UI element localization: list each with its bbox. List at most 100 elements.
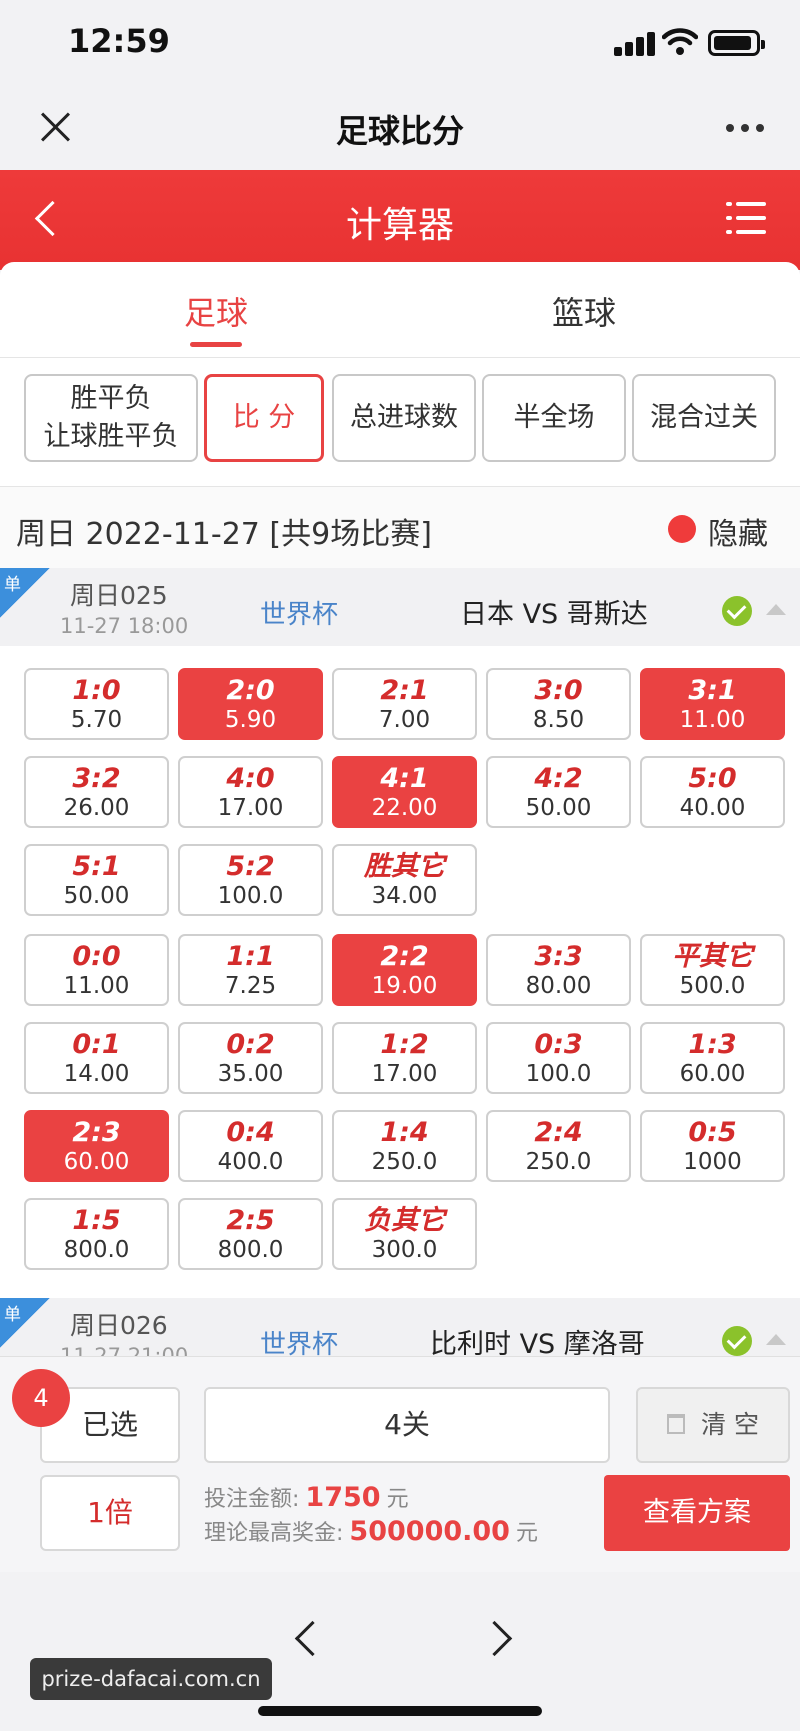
back-arrow-icon[interactable] bbox=[290, 1618, 320, 1658]
score-option[interactable]: 平其它 500.0 bbox=[640, 934, 785, 1006]
single-badge: 单 bbox=[0, 568, 50, 618]
hide-toggle-label[interactable]: 隐藏 bbox=[708, 509, 768, 553]
score-option[interactable]: 4:0 17.00 bbox=[178, 756, 323, 828]
score-option[interactable]: 2:2 19.00 bbox=[332, 934, 477, 1006]
odds-value: 5.90 bbox=[224, 707, 277, 733]
score-label: 3:1 bbox=[688, 675, 737, 706]
active-tab-indicator bbox=[190, 342, 242, 347]
score-option[interactable]: 2:3 60.00 bbox=[24, 1110, 169, 1182]
collapse-arrow-icon[interactable] bbox=[766, 1334, 786, 1345]
odds-value: 14.00 bbox=[63, 1061, 130, 1087]
wifi-icon bbox=[662, 28, 698, 55]
clear-button[interactable]: 清 空 bbox=[636, 1387, 790, 1463]
score-option[interactable]: 2:0 5.90 bbox=[178, 668, 323, 740]
score-option[interactable]: 3:0 8.50 bbox=[486, 668, 631, 740]
score-option[interactable]: 1:3 60.00 bbox=[640, 1022, 785, 1094]
max-prize-label: 理论最高奖金: bbox=[204, 1521, 344, 1546]
score-label: 0:3 bbox=[534, 1029, 583, 1060]
league-name: 世界杯 bbox=[260, 1330, 339, 1356]
collapse-arrow-icon[interactable] bbox=[766, 604, 786, 615]
more-icon[interactable] bbox=[726, 124, 766, 134]
score-label: 4:1 bbox=[380, 763, 429, 794]
score-option[interactable]: 4:1 22.00 bbox=[332, 756, 477, 828]
score-option[interactable]: 0:2 35.00 bbox=[178, 1022, 323, 1094]
bettype-label: 比 分 bbox=[232, 402, 296, 434]
score-option[interactable]: 5:0 40.00 bbox=[640, 756, 785, 828]
selected-count-badge: 4 bbox=[12, 1369, 70, 1427]
bettype-win-draw-loss[interactable]: 胜平负 让球胜平负 bbox=[24, 374, 198, 462]
match-header[interactable]: 单 周日026 11-27 21:00 世界杯 比利时 VS 摩洛哥 bbox=[0, 1298, 800, 1356]
score-option[interactable]: 4:2 50.00 bbox=[486, 756, 631, 828]
score-option[interactable]: 0:0 11.00 bbox=[24, 934, 169, 1006]
odds-value: 7.25 bbox=[224, 973, 277, 999]
match-header[interactable]: 单 周日025 11-27 18:00 世界杯 日本 VS 哥斯达 bbox=[0, 568, 800, 646]
score-label: 0:4 bbox=[226, 1117, 275, 1148]
view-plan-button[interactable]: 查看方案 bbox=[604, 1475, 790, 1551]
score-label: 2:4 bbox=[534, 1117, 583, 1148]
sport-tabs: 足球 篮球 bbox=[0, 262, 800, 358]
score-option[interactable]: 1:1 7.25 bbox=[178, 934, 323, 1006]
score-label: 1:4 bbox=[380, 1117, 429, 1148]
score-option[interactable]: 0:3 100.0 bbox=[486, 1022, 631, 1094]
odds-value: 35.00 bbox=[217, 1061, 284, 1087]
date-line: 周日 2022-11-27 [共9场比赛] 隐藏 bbox=[0, 486, 800, 568]
odds-value: 11.00 bbox=[679, 707, 746, 733]
bettype-half-full[interactable]: 半全场 bbox=[482, 374, 626, 462]
odds-value: 250.0 bbox=[525, 1149, 592, 1175]
odds-value: 26.00 bbox=[63, 795, 130, 821]
score-option[interactable]: 2:1 7.00 bbox=[332, 668, 477, 740]
odds-value: 80.00 bbox=[525, 973, 592, 999]
home-indicator[interactable] bbox=[258, 1706, 542, 1716]
browser-title: 足球比分 bbox=[335, 112, 464, 150]
score-option[interactable]: 3:2 26.00 bbox=[24, 756, 169, 828]
match-code: 周日026 bbox=[70, 1311, 168, 1340]
bet-amount-label: 投注金额: bbox=[204, 1487, 300, 1512]
pass-type-selector[interactable]: 4关 bbox=[204, 1387, 610, 1463]
bet-amount-unit: 元 bbox=[386, 1487, 409, 1512]
menu-icon[interactable] bbox=[726, 200, 766, 236]
multiplier-input[interactable]: 1倍 bbox=[40, 1475, 180, 1551]
bettype-label: 胜平负 bbox=[70, 383, 152, 415]
score-option[interactable]: 1:0 5.70 bbox=[24, 668, 169, 740]
odds-value: 7.00 bbox=[378, 707, 431, 733]
odds-value: 100.0 bbox=[217, 883, 284, 909]
score-label: 3:3 bbox=[534, 941, 583, 972]
score-option[interactable]: 0:1 14.00 bbox=[24, 1022, 169, 1094]
odds-value: 500.0 bbox=[679, 973, 746, 999]
score-label: 5:2 bbox=[226, 851, 275, 882]
score-option[interactable]: 负其它 300.0 bbox=[332, 1198, 477, 1270]
bettype-score[interactable]: 比 分 bbox=[204, 374, 324, 462]
score-option[interactable]: 3:3 80.00 bbox=[486, 934, 631, 1006]
score-option[interactable]: 3:1 11.00 bbox=[640, 668, 785, 740]
score-option[interactable]: 5:1 50.00 bbox=[24, 844, 169, 916]
score-label: 3:0 bbox=[534, 675, 583, 706]
max-prize: 理论最高奖金: 500000.00 元 bbox=[204, 1515, 538, 1547]
score-option[interactable]: 5:2 100.0 bbox=[178, 844, 323, 916]
score-option[interactable]: 0:4 400.0 bbox=[178, 1110, 323, 1182]
score-option[interactable]: 1:5 800.0 bbox=[24, 1198, 169, 1270]
score-label: 2:2 bbox=[380, 941, 429, 972]
bettype-mixed[interactable]: 混合过关 bbox=[632, 374, 776, 462]
forward-arrow-icon[interactable] bbox=[482, 1618, 512, 1658]
score-label: 1:1 bbox=[226, 941, 275, 972]
tab-football[interactable]: 足球 bbox=[184, 288, 248, 347]
score-option[interactable]: 2:5 800.0 bbox=[178, 1198, 323, 1270]
match-time: 11-27 21:00 bbox=[60, 1344, 189, 1356]
score-label: 2:1 bbox=[380, 675, 429, 706]
tab-basketball-label: 篮球 bbox=[552, 294, 617, 332]
score-option[interactable]: 胜其它 34.00 bbox=[332, 844, 477, 916]
bettype-label: 混合过关 bbox=[650, 402, 758, 434]
score-option[interactable]: 0:5 1000 bbox=[640, 1110, 785, 1182]
bettype-total-goals[interactable]: 总进球数 bbox=[332, 374, 476, 462]
max-prize-value: 500000.00 bbox=[349, 1516, 510, 1547]
bettype-label: 半全场 bbox=[513, 402, 595, 434]
tab-basketball[interactable]: 篮球 bbox=[552, 288, 616, 334]
score-option[interactable]: 2:4 250.0 bbox=[486, 1110, 631, 1182]
match-teams: 日本 VS 哥斯达 bbox=[460, 599, 648, 630]
score-label: 0:5 bbox=[688, 1117, 737, 1148]
score-option[interactable]: 1:2 17.00 bbox=[332, 1022, 477, 1094]
score-option[interactable]: 1:4 250.0 bbox=[332, 1110, 477, 1182]
hide-toggle-dot-icon[interactable] bbox=[668, 515, 696, 543]
score-label: 3:2 bbox=[72, 763, 121, 794]
score-label: 0:0 bbox=[72, 941, 121, 972]
